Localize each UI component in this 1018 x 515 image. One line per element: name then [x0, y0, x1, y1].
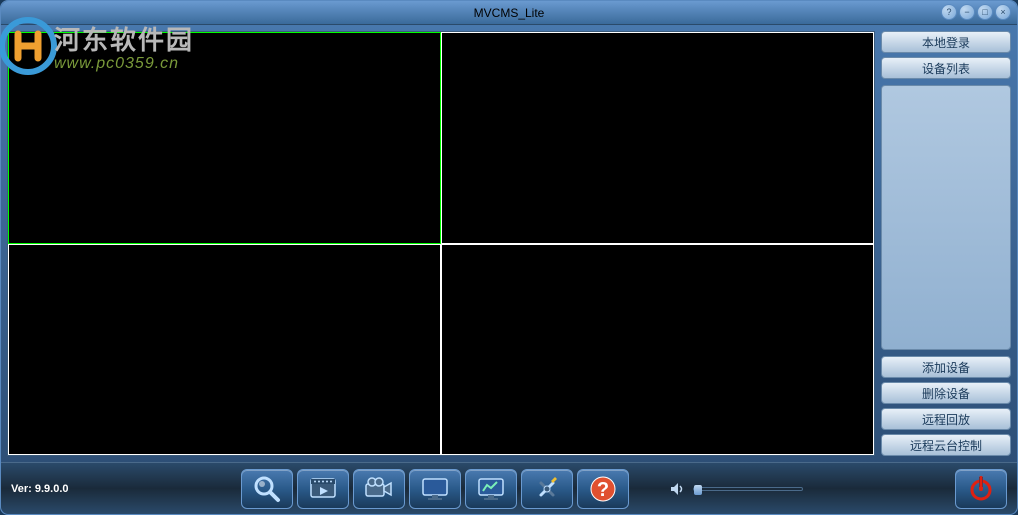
- bottombar: Ver: 9.9.0.0 ?: [1, 462, 1017, 514]
- main-body: 河东软件园 www.pc0359.cn 本地登录 设备列表 添加设备 删除设备 …: [1, 25, 1017, 462]
- playback-icon: [307, 473, 339, 505]
- video-cell-3[interactable]: [8, 244, 441, 456]
- power-button[interactable]: [955, 469, 1007, 509]
- device-tree-panel: [881, 85, 1011, 350]
- svg-text:?: ?: [597, 479, 609, 501]
- video-grid: 河东软件园 www.pc0359.cn: [7, 31, 875, 456]
- monitor-icon: [475, 473, 507, 505]
- window-title: MVCMS_Lite: [474, 6, 545, 20]
- settings-icon: [531, 473, 563, 505]
- device-list-button[interactable]: 设备列表: [881, 57, 1011, 79]
- playback-button[interactable]: [297, 469, 349, 509]
- version-label: Ver: 9.9.0.0: [11, 483, 241, 495]
- display-icon: [419, 473, 451, 505]
- help-window-icon[interactable]: ?: [941, 4, 957, 20]
- search-button[interactable]: [241, 469, 293, 509]
- help-icon: ?: [587, 473, 619, 505]
- close-icon[interactable]: ×: [995, 4, 1011, 20]
- video-cell-2[interactable]: [441, 32, 874, 244]
- settings-button[interactable]: [521, 469, 573, 509]
- remote-ptz-button[interactable]: 远程云台控制: [881, 434, 1011, 456]
- remote-playback-button[interactable]: 远程回放: [881, 408, 1011, 430]
- add-device-button[interactable]: 添加设备: [881, 356, 1011, 378]
- power-icon: [966, 474, 996, 504]
- monitor-button[interactable]: [465, 469, 517, 509]
- record-button[interactable]: [353, 469, 405, 509]
- window-controls: ? − □ ×: [941, 4, 1011, 20]
- volume-slider[interactable]: [693, 487, 803, 491]
- delete-device-button[interactable]: 删除设备: [881, 382, 1011, 404]
- volume-thumb[interactable]: [694, 485, 702, 495]
- local-login-button[interactable]: 本地登录: [881, 31, 1011, 53]
- volume-control: [669, 481, 803, 497]
- titlebar: MVCMS_Lite ? − □ ×: [1, 1, 1017, 25]
- toolbar: ?: [241, 469, 629, 509]
- record-icon: [363, 473, 395, 505]
- video-cell-4[interactable]: [441, 244, 874, 456]
- volume-icon: [669, 481, 685, 497]
- sidebar: 本地登录 设备列表 添加设备 删除设备 远程回放 远程云台控制: [881, 31, 1011, 456]
- display-button[interactable]: [409, 469, 461, 509]
- video-cell-1[interactable]: [8, 32, 441, 244]
- app-window: MVCMS_Lite ? − □ × 河东软件园 www.pc0359.cn: [0, 0, 1018, 515]
- maximize-icon[interactable]: □: [977, 4, 993, 20]
- minimize-icon[interactable]: −: [959, 4, 975, 20]
- search-icon: [251, 473, 283, 505]
- help-button[interactable]: ?: [577, 469, 629, 509]
